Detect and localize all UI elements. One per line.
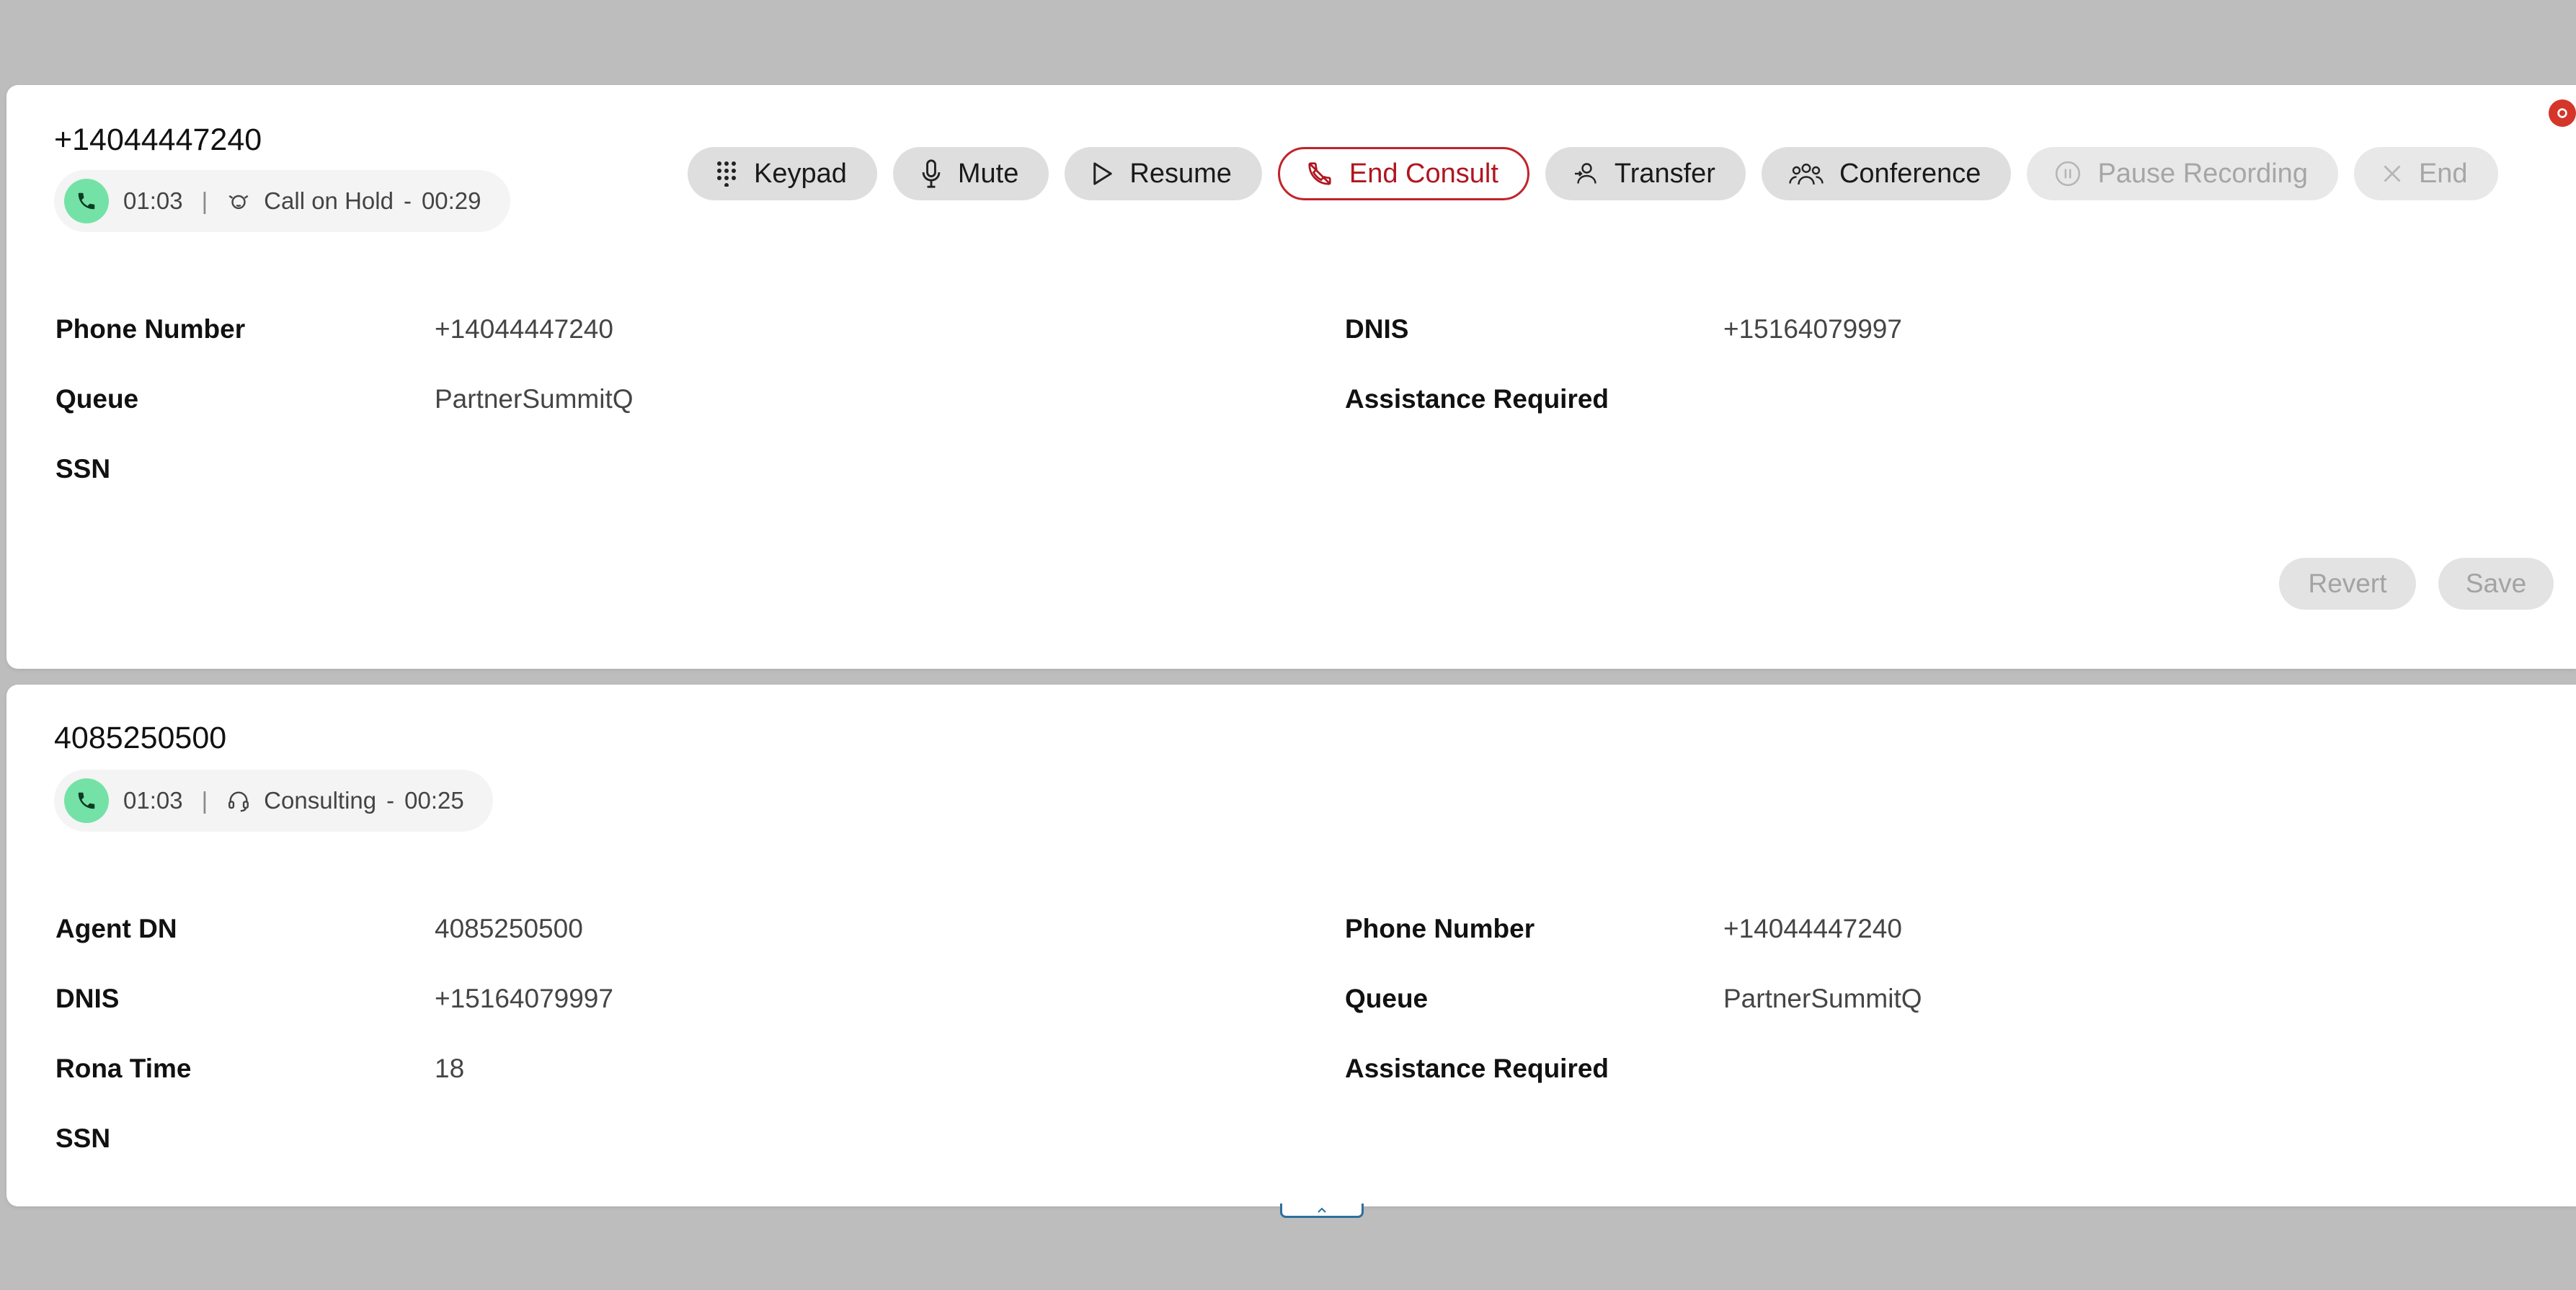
call-state-label: Consulting [264, 787, 377, 814]
keypad-button[interactable]: Keypad [688, 147, 877, 200]
field-value-phone-number: +14044447240 [435, 314, 613, 344]
call-timer: 01:03 [123, 787, 183, 814]
resume-label: Resume [1129, 158, 1232, 189]
transfer-icon [1573, 160, 1599, 187]
pause-recording-button[interactable]: Pause Recording [2027, 147, 2338, 200]
call-controls: Keypad Mute Resume End Consult Transfer [688, 147, 2498, 200]
call-state-label: Call on Hold [264, 187, 394, 214]
field-label-ssn: SSN [55, 454, 111, 484]
field-value-rona-time: 18 [435, 1054, 465, 1083]
transfer-label: Transfer [1614, 158, 1715, 189]
field-label-ssn: SSN [55, 1124, 111, 1153]
end-call-icon [1306, 160, 1333, 187]
state-timer: 00:29 [421, 187, 481, 214]
end-label: End [2418, 158, 2468, 189]
headset-icon [226, 788, 251, 813]
hold-icon [226, 189, 251, 213]
mute-label: Mute [957, 158, 1019, 189]
microphone-icon [920, 159, 942, 188]
field-value-agent-dn: 4085250500 [435, 914, 583, 943]
revert-button[interactable]: Revert [2279, 558, 2416, 610]
call-task-card-1: +14044447240 01:03 | Call on Hold - 00:2… [6, 85, 2576, 669]
conference-label: Conference [1839, 158, 1981, 189]
end-button[interactable]: End [2353, 147, 2498, 200]
conference-button[interactable]: Conference [1761, 147, 2012, 200]
keypad-icon [715, 161, 738, 187]
status-separator: | [201, 787, 208, 814]
field-label-agent-dn: Agent DN [55, 914, 177, 943]
field-value-dnis: +15164079997 [435, 984, 613, 1013]
field-label-rona-time: Rona Time [55, 1054, 192, 1083]
call-status-pill: 01:03 | Call on Hold - 00:29 [54, 170, 510, 232]
end-consult-label: End Consult [1349, 158, 1498, 189]
transfer-button[interactable]: Transfer [1545, 147, 1746, 200]
keypad-label: Keypad [754, 158, 847, 189]
task-title: 4085250500 [54, 721, 227, 755]
end-consult-button[interactable]: End Consult [1277, 147, 1529, 200]
close-icon [2381, 163, 2403, 184]
save-button[interactable]: Save [2438, 558, 2554, 610]
field-label-queue: Queue [55, 384, 139, 414]
field-value-phone-number: +14044447240 [1723, 914, 1902, 943]
play-icon [1092, 161, 1114, 186]
phone-icon [64, 778, 109, 823]
field-label-phone-number: Phone Number [1345, 914, 1535, 943]
status-separator: | [201, 187, 208, 214]
field-label-phone-number: Phone Number [55, 314, 246, 344]
phone-icon [64, 179, 109, 223]
field-label-dnis: DNIS [1345, 314, 1409, 344]
call-status-pill: 01:03 | Consulting - 00:25 [54, 770, 493, 832]
field-value-queue: PartnerSummitQ [1723, 984, 1922, 1013]
field-value-dnis: +15164079997 [1723, 314, 1902, 344]
notification-badge-icon [2549, 99, 2576, 127]
conference-icon [1789, 161, 1824, 187]
state-dash: - [403, 187, 412, 214]
mute-button[interactable]: Mute [892, 147, 1049, 200]
pause-recording-label: Pause Recording [2097, 158, 2308, 189]
resume-button[interactable]: Resume [1065, 147, 1262, 200]
call-timer: 01:03 [123, 187, 183, 214]
chevron-up-icon [1318, 1207, 1326, 1213]
field-label-queue: Queue [1345, 984, 1429, 1013]
field-label-assistance-required: Assistance Required [1345, 1054, 1609, 1083]
state-timer: 00:25 [404, 787, 464, 814]
pause-recording-icon [2054, 160, 2082, 187]
field-value-queue: PartnerSummitQ [435, 384, 634, 414]
task-title: +14044447240 [54, 123, 262, 157]
collapse-handle[interactable] [1280, 1204, 1364, 1218]
call-task-card-2: 4085250500 01:03 | Consulting - 00:25 Ag… [6, 685, 2576, 1206]
field-label-assistance-required: Assistance Required [1345, 384, 1609, 414]
state-dash: - [386, 787, 395, 814]
field-label-dnis: DNIS [55, 984, 120, 1013]
